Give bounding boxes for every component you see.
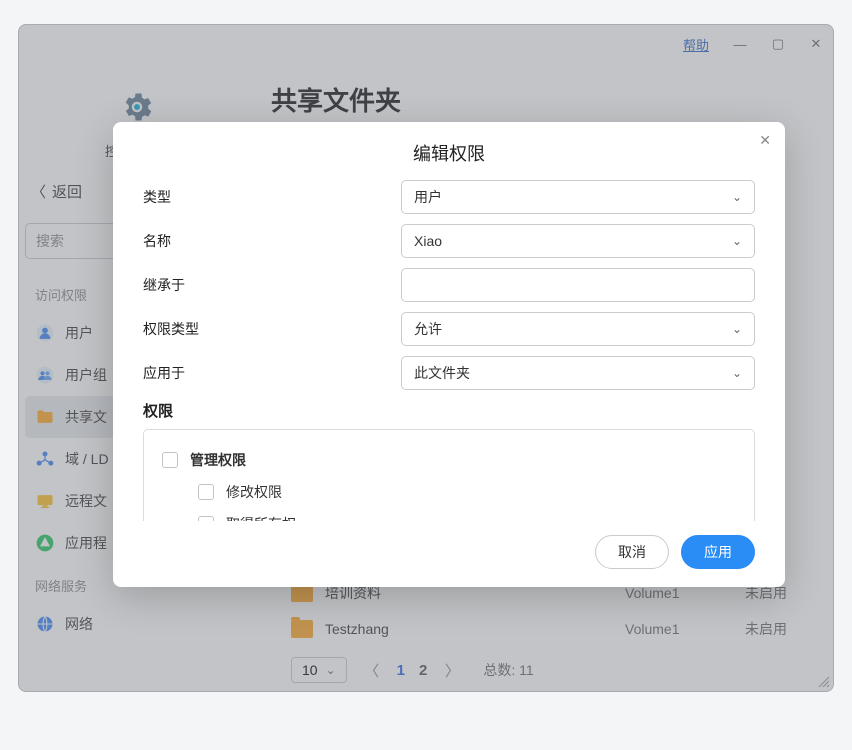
form-row-inherit: 继承于	[143, 268, 755, 302]
apply-button[interactable]: 应用	[681, 535, 755, 569]
permissions-box: 管理权限 修改权限 取得所有权	[143, 429, 755, 521]
cancel-button[interactable]: 取消	[595, 535, 669, 569]
checkbox[interactable]	[198, 484, 214, 500]
modal-title: 编辑权限	[113, 122, 785, 180]
form-row-apply: 应用于 此文件夹 ⌄	[143, 356, 755, 390]
checkbox[interactable]	[162, 452, 178, 468]
label-inherit: 继承于	[143, 275, 401, 295]
perm-header: 权限	[143, 400, 755, 421]
form-row-permtype: 权限类型 允许 ⌄	[143, 312, 755, 346]
chevron-down-icon: ⌄	[732, 322, 742, 336]
chevron-down-icon: ⌄	[732, 190, 742, 204]
chevron-down-icon: ⌄	[732, 234, 742, 248]
type-select[interactable]: 用户 ⌄	[401, 180, 755, 214]
label-name: 名称	[143, 231, 401, 251]
label-type: 类型	[143, 187, 401, 207]
edit-permissions-modal: ✕ 编辑权限 类型 用户 ⌄ 名称 Xiao ⌄ 继承于 权限类型	[113, 122, 785, 587]
check-takeown[interactable]: 取得所有权	[162, 508, 736, 521]
check-modify[interactable]: 修改权限	[162, 476, 736, 508]
apply-select[interactable]: 此文件夹 ⌄	[401, 356, 755, 390]
label-apply: 应用于	[143, 363, 401, 383]
modal-close-icon[interactable]: ✕	[759, 132, 771, 149]
modal-footer: 取消 应用	[113, 521, 785, 587]
form-row-type: 类型 用户 ⌄	[143, 180, 755, 214]
form-row-name: 名称 Xiao ⌄	[143, 224, 755, 258]
label-permtype: 权限类型	[143, 319, 401, 339]
name-select[interactable]: Xiao ⌄	[401, 224, 755, 258]
check-admin[interactable]: 管理权限	[162, 444, 736, 476]
modal-body: 类型 用户 ⌄ 名称 Xiao ⌄ 继承于 权限类型 允许 ⌄	[113, 180, 785, 521]
inherit-input[interactable]	[401, 268, 755, 302]
chevron-down-icon: ⌄	[732, 366, 742, 380]
permtype-select[interactable]: 允许 ⌄	[401, 312, 755, 346]
